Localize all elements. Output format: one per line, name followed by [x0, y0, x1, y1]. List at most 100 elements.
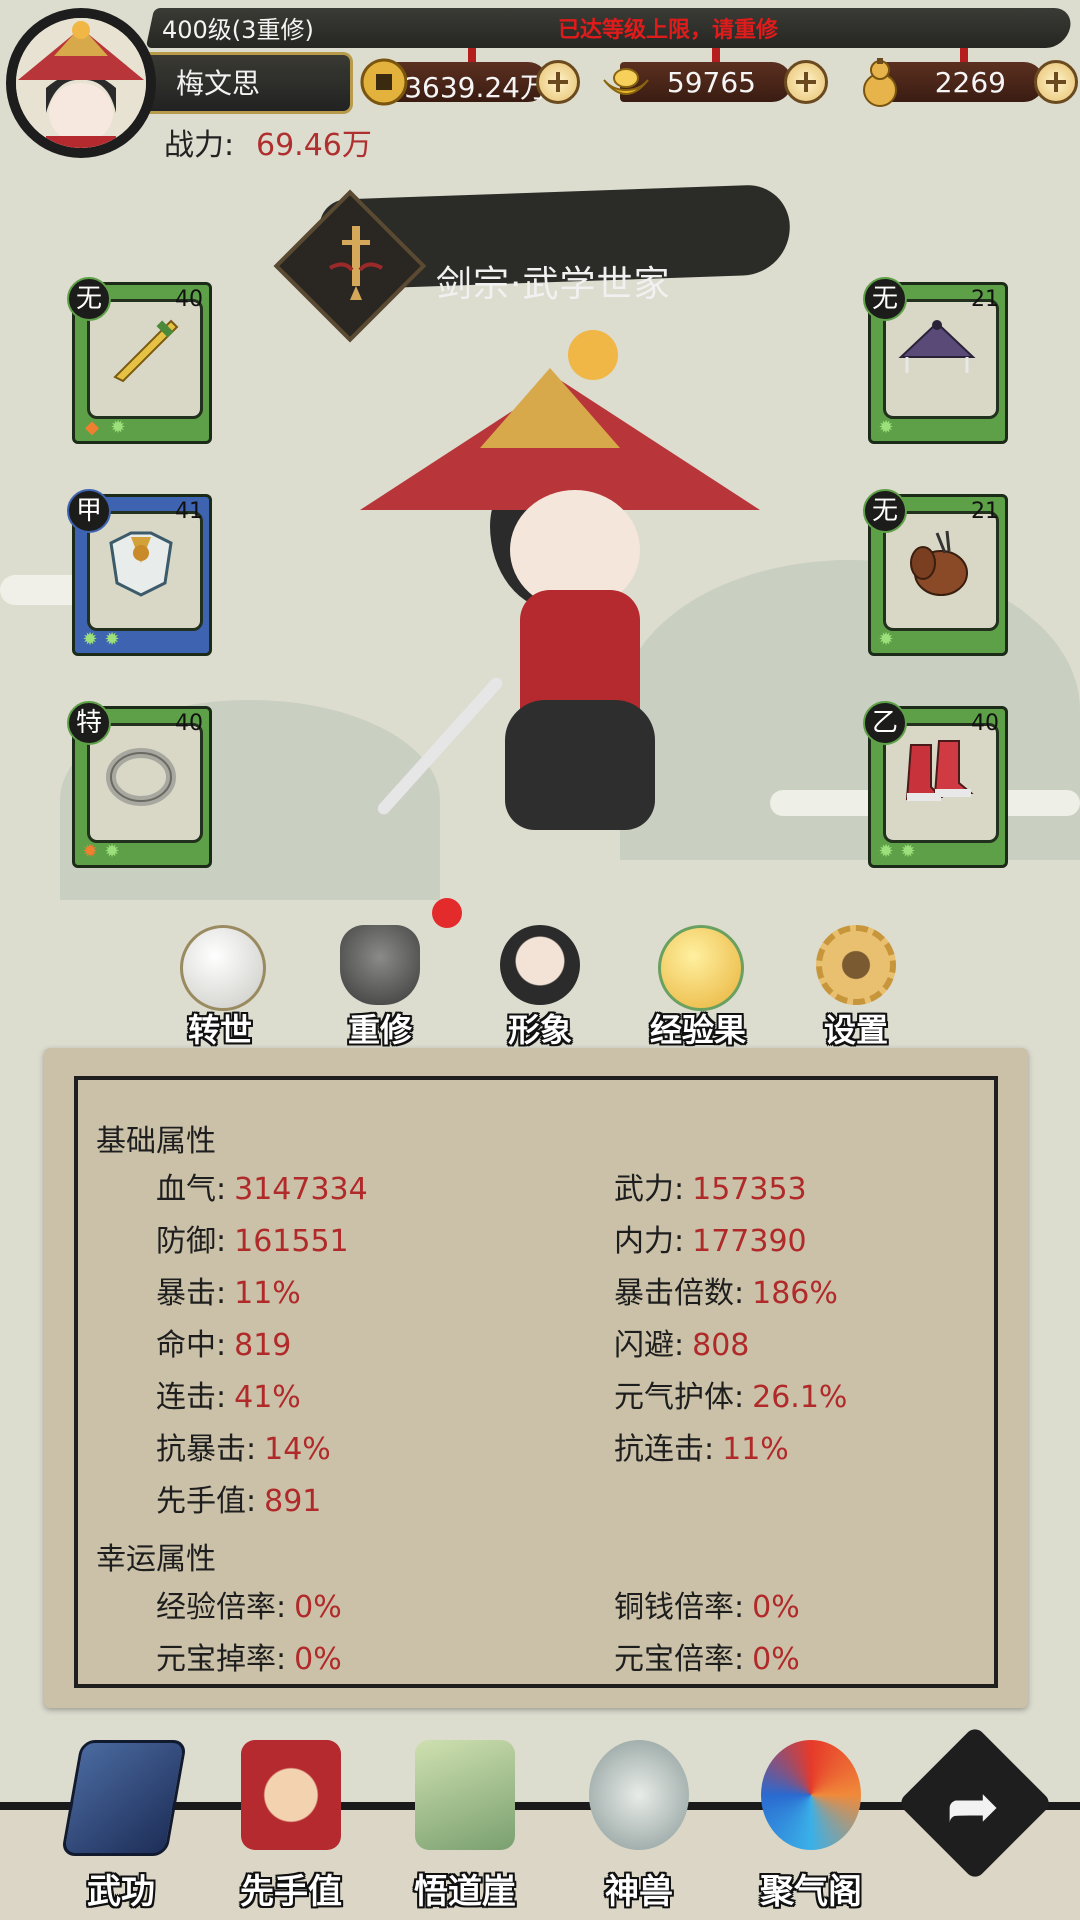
- currency-pin: [468, 48, 476, 62]
- copper-amount: 3639.24万: [404, 71, 548, 104]
- nav-label: 武功: [87, 1872, 155, 1912]
- stat-crit: 暴击: 11%: [156, 1276, 301, 1311]
- beast-icon: [589, 1740, 689, 1850]
- stat-hit: 命中: 819: [156, 1328, 292, 1363]
- stat-ingot-drop: 元宝掉率: 0%: [156, 1642, 342, 1677]
- gourd-amount: 2269: [934, 66, 1006, 99]
- upgrade-star-icon: ✹: [878, 841, 894, 862]
- stat-hp: 血气: 3147334: [156, 1172, 368, 1207]
- stat-ingot-rate: 元宝倍率: 0%: [614, 1642, 800, 1677]
- upgrade-star-icon: ✹: [110, 417, 126, 438]
- upgrade-star-icon: ✹: [104, 841, 120, 862]
- currency-gold: 59765: [600, 48, 832, 108]
- stat-initiative: 先手值: 891: [156, 1484, 322, 1519]
- equipment-slot-armor[interactable]: 甲 41 ✹ ✹: [67, 489, 212, 656]
- ring-icon: [106, 748, 176, 806]
- equipment-slot-boots[interactable]: 乙 40 ✹ ✹: [863, 701, 1008, 868]
- stat-combo-resist: 抗连击: 11%: [614, 1432, 789, 1467]
- action-label: 设置: [823, 1011, 888, 1049]
- cauldron-icon: [340, 925, 420, 1005]
- basic-attributes-title: 基础属性: [96, 1124, 216, 1159]
- upgrade-star-icon: ✹: [104, 629, 120, 650]
- item-level: 40: [175, 711, 203, 736]
- power-label: 战力:: [164, 128, 235, 163]
- level-text: 400级(3重修): [162, 16, 314, 44]
- stat-crit-multiplier: 暴击倍数: 186%: [614, 1276, 838, 1311]
- appearance-icon: [500, 925, 580, 1005]
- share-arrow-icon: ➦: [946, 1770, 1000, 1844]
- stat-defense: 防御: 161551: [156, 1224, 349, 1259]
- player-name: 梅文思: [176, 67, 261, 100]
- currency-gourd: 2269: [854, 48, 1080, 108]
- stat-inner-power: 内力: 177390: [614, 1224, 807, 1259]
- hat-icon: [898, 320, 976, 373]
- character-hat-knob: [568, 330, 618, 380]
- exp-fruit-icon: [658, 925, 744, 1011]
- item-level: 40: [175, 287, 203, 312]
- settings-button[interactable]: 设置: [786, 925, 926, 1049]
- avatar[interactable]: [16, 18, 146, 148]
- martial-arts-book-icon: [60, 1740, 188, 1856]
- equipment-slot-ring[interactable]: 特 40 ✹ ✹: [67, 701, 212, 868]
- nav-initiative[interactable]: 先手值: [216, 1740, 366, 1912]
- upgrade-star-icon: ✹: [878, 417, 894, 438]
- stat-dodge: 闪避: 808: [614, 1328, 750, 1363]
- appearance-button[interactable]: 形象: [470, 925, 610, 1049]
- stat-exp-rate: 经验倍率: 0%: [156, 1590, 342, 1625]
- stat-attack: 武力: 157353: [614, 1172, 807, 1207]
- upgrade-star-icon: ✹: [82, 841, 98, 862]
- stat-qi-shield: 元气护体: 26.1%: [614, 1380, 848, 1415]
- power-value: 69.46万: [256, 128, 372, 163]
- nav-qi-pavilion[interactable]: 聚气阁: [736, 1740, 886, 1912]
- equipment-slot-hat[interactable]: 无 21 ✹: [863, 277, 1008, 444]
- sword-emblem-icon: [329, 226, 383, 300]
- recultivate-button[interactable]: 重修: [310, 925, 450, 1049]
- character-pants: [505, 700, 655, 830]
- level-cap-warning: 已达等级上限，请重修: [558, 18, 779, 43]
- nav-label: 悟道崖: [414, 1872, 516, 1912]
- item-level: 41: [175, 499, 203, 524]
- nav-martial-arts[interactable]: 武功: [46, 1740, 196, 1912]
- avatar-portrait-icon: [16, 18, 146, 148]
- action-label: 经验果: [649, 1011, 746, 1049]
- action-label: 重修: [347, 1011, 412, 1049]
- nav-label: 神兽: [605, 1872, 673, 1912]
- gear-icon: [816, 925, 896, 1005]
- add-gold-button[interactable]: [784, 60, 828, 104]
- gold-amount: 59765: [666, 66, 756, 99]
- hand-gesture-icon: [241, 1740, 341, 1850]
- luck-attributes-title: 幸运属性: [96, 1542, 216, 1577]
- add-copper-button[interactable]: [536, 60, 580, 104]
- currency-pin: [960, 48, 968, 62]
- item-level: 21: [971, 499, 999, 524]
- armor-icon: [109, 531, 173, 597]
- equipment-slot-gourd[interactable]: 无 21 ✹: [863, 489, 1008, 656]
- sword-icon: [113, 319, 179, 383]
- crystal-ball-icon: [180, 925, 266, 1011]
- currency-copper: 3639.24万: [358, 48, 588, 108]
- gourd-item-icon: [910, 530, 968, 596]
- stat-crit-resist: 抗暴击: 14%: [156, 1432, 331, 1467]
- stat-combo: 连击: 41%: [156, 1380, 301, 1415]
- sect-name: 剑宗·武学世家: [436, 264, 671, 305]
- add-gourd-button[interactable]: [1034, 60, 1078, 104]
- upgrade-star-icon: ✹: [82, 629, 98, 650]
- nav-enlightenment-cliff[interactable]: 悟道崖: [390, 1740, 540, 1912]
- item-level: 40: [971, 711, 999, 736]
- action-label: 形象: [507, 1011, 572, 1049]
- boots-icon: [905, 740, 974, 801]
- cliff-icon: [415, 1740, 515, 1850]
- action-label: 转世: [187, 1011, 252, 1049]
- reincarnate-button[interactable]: 转世: [150, 925, 290, 1049]
- gem-icon: ◆: [85, 417, 99, 438]
- currency-pin: [712, 48, 720, 62]
- upgrade-star-icon: ✹: [878, 629, 894, 650]
- upgrade-star-icon: ✹: [900, 841, 916, 862]
- item-level: 21: [971, 287, 999, 312]
- nav-divine-beast[interactable]: 神兽: [564, 1740, 714, 1912]
- equipment-slot-weapon[interactable]: 无 40 ✹ ◆: [67, 277, 212, 444]
- nav-label: 先手值: [240, 1872, 342, 1912]
- notification-dot: [432, 898, 462, 928]
- stat-copper-rate: 铜钱倍率: 0%: [614, 1590, 800, 1625]
- exp-fruit-button[interactable]: 经验果: [628, 925, 768, 1049]
